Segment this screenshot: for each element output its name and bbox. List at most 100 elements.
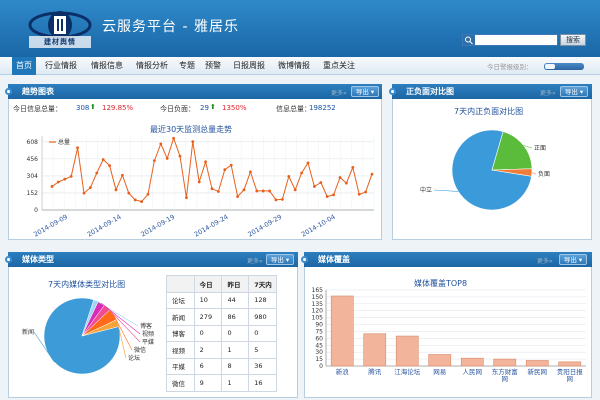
- table-row: 新闻 279 86 980: [166, 308, 277, 326]
- bar: [330, 295, 354, 367]
- nav-item-intel-info[interactable]: 情报信息: [85, 57, 129, 75]
- table-cell: 8: [221, 357, 250, 375]
- y-tick-label: 0: [319, 363, 323, 370]
- data-point: [345, 181, 348, 185]
- y-tick-label: 135: [312, 301, 324, 308]
- all-total-label: 信息总量：: [276, 105, 311, 113]
- y-tick-label: 105: [312, 315, 324, 322]
- media-cover-panel-marker-icon: [301, 256, 308, 263]
- alert-level-knob[interactable]: [545, 64, 555, 69]
- data-point: [293, 188, 297, 192]
- data-point: [63, 177, 67, 181]
- table-cell: 9: [193, 374, 223, 392]
- media-type-more-link[interactable]: 更多»: [247, 256, 263, 265]
- data-point: [172, 136, 176, 140]
- table-cell: 44: [221, 291, 250, 309]
- sentiment-more-link[interactable]: 更多»: [540, 88, 556, 97]
- y-tick-label: 15: [315, 356, 323, 363]
- today-total-label: 今日信息总量：: [13, 105, 62, 113]
- media-cover-more-link[interactable]: 更多»: [537, 256, 553, 265]
- table-cell: 86: [221, 308, 250, 326]
- data-point: [217, 190, 220, 193]
- data-point: [300, 171, 303, 175]
- table-cell: 1: [221, 341, 250, 359]
- media-cover-bar-chart: 0153045607590105120135150165 新浪 腾讯 江海论坛 网易 人民…: [312, 287, 586, 383]
- pie-label: 微信: [134, 346, 146, 354]
- y-tick-label: 75: [315, 328, 323, 335]
- nav-item-home[interactable]: 首页: [12, 57, 36, 75]
- bar: [428, 354, 452, 367]
- today-negative-label: 今日负面：: [160, 105, 195, 113]
- bar: [558, 361, 582, 367]
- nav-item-focus[interactable]: 重点关注: [317, 57, 361, 75]
- nav-item-weibo[interactable]: 微博情报: [272, 57, 316, 75]
- table-header-cell: 今日: [193, 275, 223, 293]
- table-row: 视频 2 1 5: [166, 341, 277, 359]
- data-point: [268, 189, 271, 193]
- x-tick-label: 腾讯: [368, 367, 382, 376]
- legend-label: 总量: [58, 138, 70, 146]
- data-point: [140, 200, 144, 203]
- sentiment-export-button[interactable]: 导出 ▾: [560, 86, 588, 97]
- data-point: [146, 192, 150, 196]
- media-type-table: 今日 昨日 7天内 论坛 10 44 128 新闻 279 86 980 博客 …: [166, 275, 277, 392]
- search-button[interactable]: 搜索: [560, 34, 586, 46]
- table-cell: 1: [221, 374, 250, 392]
- media-cover-export-button[interactable]: 导出 ▾: [559, 254, 587, 265]
- table-cell: 微信: [166, 374, 195, 392]
- data-point: [101, 158, 105, 161]
- data-point: [191, 140, 195, 144]
- data-point: [255, 189, 259, 193]
- bar: [395, 335, 419, 367]
- nav-item-alert[interactable]: 预警: [200, 57, 226, 75]
- y-tick-label: 120: [312, 308, 324, 315]
- data-point: [178, 154, 182, 158]
- data-point: [204, 160, 208, 164]
- y-tick-label: 304: [27, 173, 39, 180]
- nav-item-intel-analysis[interactable]: 情报分析: [130, 57, 174, 75]
- nav-item-reports[interactable]: 日报周报: [227, 57, 271, 75]
- logo-text: 建材舆情: [44, 38, 76, 46]
- trend-more-link[interactable]: 更多»: [331, 88, 347, 97]
- x-tick-label: 2014-09-14: [86, 213, 123, 239]
- table-cell: 新闻: [166, 308, 195, 326]
- data-point: [185, 196, 188, 200]
- x-tick-label: 2014-09-19: [139, 213, 176, 239]
- bar: [363, 333, 387, 367]
- trend-panel-marker-icon: [5, 88, 12, 95]
- today-total-value: 308: [76, 104, 90, 112]
- data-point: [50, 185, 54, 188]
- table-cell: 980: [248, 308, 277, 326]
- table-header-cell: 7天内: [248, 275, 277, 293]
- pie-label: 博客: [140, 322, 152, 330]
- bar: [460, 357, 484, 367]
- today-total-pct: 129.85%: [102, 104, 134, 112]
- table-cell: 6: [193, 357, 223, 375]
- search-input[interactable]: [462, 34, 558, 46]
- trend-export-button[interactable]: 导出 ▾: [351, 86, 379, 97]
- data-point: [370, 172, 374, 176]
- media-cover-export-label: 导出: [563, 256, 577, 264]
- data-point: [325, 195, 329, 198]
- table-cell: 36: [248, 357, 277, 375]
- trend-chart: 0 152 304 456 608 总量 2014-09-09 2014-09-14 2014-…: [27, 136, 375, 239]
- nav-item-topic[interactable]: 专题: [175, 57, 199, 75]
- y-tick-label: 165: [312, 287, 324, 294]
- table-cell: 16: [248, 374, 277, 392]
- data-point: [95, 171, 99, 175]
- trend-panel-header: 趋势图表: [8, 84, 382, 99]
- x-tick-label: 新浪: [336, 367, 350, 376]
- data-point: [242, 188, 246, 192]
- y-tick-label: 30: [315, 349, 323, 356]
- nav-item-industry[interactable]: 行业情报: [38, 57, 84, 75]
- alert-level-label: 今日警报级别：: [487, 63, 533, 71]
- x-tick-label: 江海论坛: [394, 367, 421, 376]
- table-cell: 0: [221, 324, 250, 342]
- data-point: [114, 188, 118, 192]
- sentiment-pie-chart: 中立 正面负面: [420, 129, 550, 211]
- trend-export-label: 导出: [355, 88, 369, 96]
- y-tick-label: 456: [27, 156, 39, 163]
- pie-label: 平媒: [142, 338, 154, 346]
- media-type-export-button[interactable]: 导出 ▾: [266, 254, 294, 265]
- data-point: [364, 190, 367, 194]
